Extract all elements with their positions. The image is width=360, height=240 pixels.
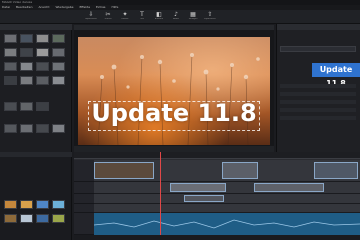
audio-button[interactable]: ♪ Audio bbox=[169, 11, 183, 23]
track-header[interactable] bbox=[74, 194, 94, 204]
media-thumbnail[interactable] bbox=[20, 76, 33, 85]
media-thumbnail[interactable] bbox=[4, 62, 17, 71]
templates-button[interactable]: ▦ Vorlagen bbox=[186, 11, 200, 23]
menu-view[interactable]: Ansicht bbox=[38, 5, 49, 9]
media-thumbnail[interactable] bbox=[4, 124, 17, 133]
export-button[interactable]: ⇧ Exportieren bbox=[203, 11, 217, 23]
template-thumbnail[interactable] bbox=[20, 200, 33, 209]
media-thumbnail[interactable] bbox=[20, 124, 33, 133]
timeline-status-bar bbox=[74, 235, 360, 240]
empty-track[interactable] bbox=[94, 204, 360, 213]
media-thumbnail[interactable] bbox=[36, 34, 49, 43]
properties-panel bbox=[276, 24, 360, 152]
menu-file[interactable]: Datei bbox=[2, 5, 10, 9]
property-row[interactable] bbox=[280, 116, 356, 120]
export-icon: ⇧ bbox=[207, 11, 213, 18]
audio-track-header[interactable] bbox=[74, 213, 94, 235]
media-thumbnail[interactable] bbox=[52, 34, 65, 43]
templates-icon: ▦ bbox=[190, 11, 196, 18]
media-thumbnail[interactable] bbox=[20, 102, 33, 111]
media-thumbnail[interactable] bbox=[4, 34, 17, 43]
title-clip[interactable] bbox=[254, 183, 324, 192]
preview-title-text[interactable]: Update 11.8 bbox=[78, 99, 270, 127]
template-thumbnail[interactable] bbox=[4, 214, 17, 223]
overlay-clip[interactable] bbox=[184, 195, 224, 202]
properties-header bbox=[277, 24, 360, 30]
template-thumbnail[interactable] bbox=[20, 214, 33, 223]
track-header[interactable] bbox=[74, 204, 94, 213]
cut-icon: ✂ bbox=[105, 11, 111, 18]
window-title: MAGIX Video deluxe bbox=[2, 0, 33, 4]
properties-text-field[interactable] bbox=[280, 46, 356, 52]
media-thumbnail[interactable] bbox=[36, 102, 49, 111]
transition-icon: ◧ bbox=[156, 11, 162, 18]
media-thumbnail[interactable] bbox=[20, 34, 33, 43]
media-thumbnail[interactable] bbox=[36, 48, 49, 57]
overlay-track[interactable] bbox=[94, 194, 360, 204]
menu-extras[interactable]: Extras bbox=[96, 5, 105, 9]
title-clip[interactable] bbox=[170, 183, 226, 192]
media-thumbnail[interactable] bbox=[36, 76, 49, 85]
video-clip[interactable] bbox=[94, 162, 154, 179]
media-pool-header bbox=[0, 24, 72, 30]
video-clip[interactable] bbox=[222, 162, 258, 179]
preview-tabs bbox=[74, 25, 274, 30]
audio-track[interactable] bbox=[93, 213, 360, 235]
media-thumbnail[interactable] bbox=[36, 62, 49, 71]
media-thumbnail[interactable] bbox=[4, 102, 17, 111]
import-button[interactable]: ⇩ Importieren bbox=[84, 11, 98, 23]
transitions-button[interactable]: ◧ Blenden bbox=[152, 11, 166, 23]
media-thumbnail[interactable] bbox=[52, 76, 65, 85]
title-track[interactable] bbox=[94, 182, 360, 194]
cut-button[interactable]: ✂ Schnitt bbox=[101, 11, 115, 23]
menu-playback[interactable]: Wiedergabe bbox=[55, 5, 73, 9]
media-thumbnail[interactable] bbox=[52, 62, 65, 71]
timeline-ruler[interactable] bbox=[74, 152, 360, 159]
media-thumbnail[interactable] bbox=[52, 124, 65, 133]
media-pool bbox=[0, 24, 72, 152]
effects-button[interactable]: ✦ Effekte bbox=[118, 11, 132, 23]
media-thumbnail[interactable] bbox=[52, 48, 65, 57]
track-header[interactable] bbox=[74, 160, 94, 182]
import-icon: ⇩ bbox=[88, 11, 94, 18]
property-row[interactable] bbox=[280, 108, 356, 112]
audio-icon: ♪ bbox=[174, 11, 178, 18]
main-toolbar: ⇩ Importieren ✂ Schnitt ✦ Effekte T Tite… bbox=[0, 10, 360, 24]
track-header[interactable] bbox=[74, 182, 94, 194]
template-thumbnail[interactable] bbox=[36, 214, 49, 223]
menu-effects[interactable]: Effekte bbox=[79, 5, 90, 9]
template-thumbnail[interactable] bbox=[52, 214, 65, 223]
media-thumbnail[interactable] bbox=[20, 48, 33, 57]
property-row[interactable] bbox=[280, 84, 356, 88]
video-clip[interactable] bbox=[314, 162, 358, 179]
text-icon: T bbox=[140, 11, 144, 18]
media-thumbnail[interactable] bbox=[4, 76, 17, 85]
properties-title-badge: Update 11.8 bbox=[312, 63, 360, 88]
template-thumbnail[interactable] bbox=[4, 200, 17, 209]
templates-panel bbox=[0, 152, 72, 240]
menu-help[interactable]: Hilfe bbox=[111, 5, 118, 9]
property-row[interactable] bbox=[280, 92, 356, 96]
template-thumbnail[interactable] bbox=[36, 200, 49, 209]
media-thumbnail[interactable] bbox=[20, 62, 33, 71]
templates-panel-header bbox=[0, 152, 72, 157]
media-thumbnail[interactable] bbox=[36, 124, 49, 133]
template-thumbnail[interactable] bbox=[52, 200, 65, 209]
property-row[interactable] bbox=[280, 100, 356, 104]
title-button[interactable]: T Titel bbox=[135, 11, 149, 23]
media-thumbnail[interactable] bbox=[4, 48, 17, 57]
video-track[interactable] bbox=[94, 160, 360, 182]
audio-waveform bbox=[93, 219, 360, 229]
menu-edit[interactable]: Bearbeiten bbox=[16, 5, 32, 9]
fx-icon: ✦ bbox=[122, 11, 128, 18]
playhead[interactable] bbox=[160, 152, 161, 240]
